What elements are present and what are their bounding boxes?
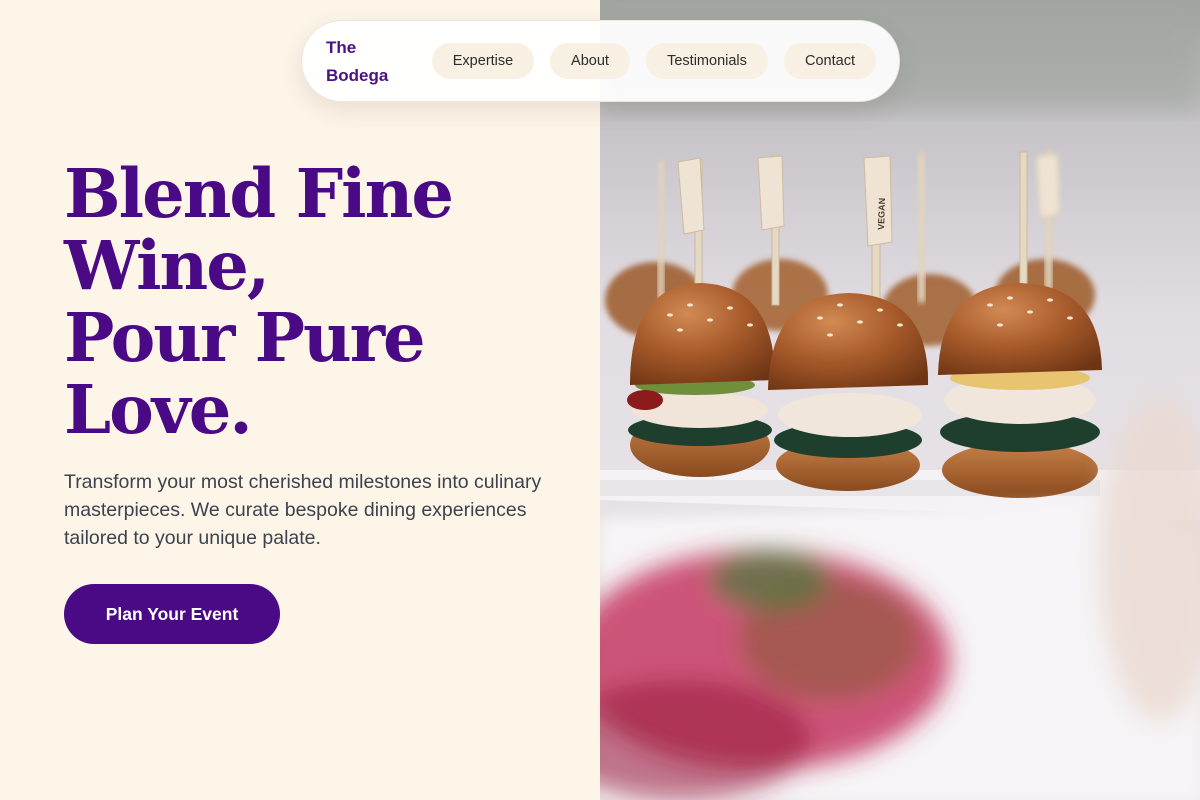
nav-link-expertise[interactable]: Expertise	[432, 43, 534, 79]
hero-title-line-4: Love.	[64, 370, 253, 449]
brand-line-2: Bodega	[326, 66, 389, 85]
nav-link-testimonials[interactable]: Testimonials	[646, 43, 768, 79]
hero-food-photo: VEGAN	[600, 0, 1200, 800]
hero-title-line-3: Pour Pure	[64, 298, 426, 377]
hero-title-line-1: Blend Fine	[64, 154, 454, 233]
nav-link-about[interactable]: About	[550, 43, 630, 79]
hero-title: Blend Fine Wine, Pour Pure Love.	[64, 158, 544, 446]
vegan-pick-label: VEGAN	[876, 198, 887, 230]
top-navigation: The Bodega Expertise About Testimonials …	[301, 20, 900, 102]
brand-line-1: The	[326, 38, 357, 57]
brand-logo[interactable]: The Bodega	[326, 34, 388, 90]
nav-link-contact[interactable]: Contact	[784, 43, 876, 79]
hero-description: Transform your most cherished milestones…	[64, 471, 542, 549]
plan-event-button[interactable]: Plan Your Event	[64, 584, 280, 644]
hero-title-line-2: Wine,	[64, 226, 270, 305]
